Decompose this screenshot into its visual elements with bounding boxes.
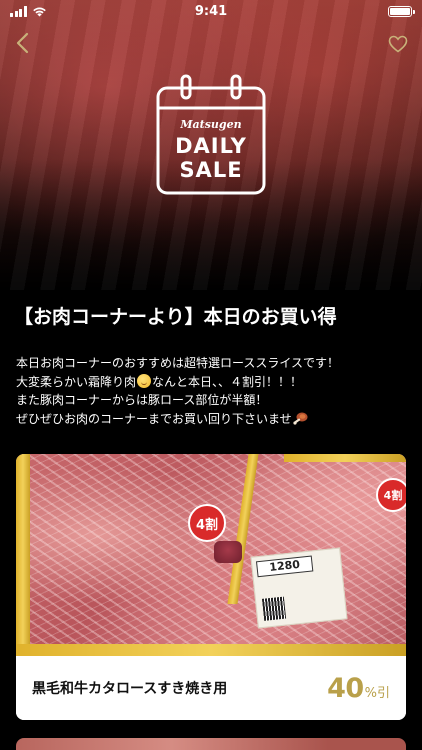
status-time: 9:41 bbox=[194, 3, 228, 19]
logo-brand: Matsugen bbox=[180, 118, 242, 131]
discount-value: 40 bbox=[327, 672, 364, 704]
next-product-card[interactable] bbox=[16, 738, 406, 750]
description-text: 大変柔らかい霜降り肉 bbox=[16, 374, 137, 389]
description-text: なんと本日、、４割引！！！ bbox=[152, 374, 303, 389]
favorite-button[interactable] bbox=[386, 32, 410, 56]
description: 本日お肉コーナーのおすすめは超特選ローススライスです！ 大変柔らかい霜降り肉 なん… bbox=[16, 354, 412, 428]
chevron-left-icon bbox=[16, 32, 29, 54]
description-line: また豚肉コーナーからは豚ロース部位が半額！ bbox=[16, 393, 268, 407]
description-line: 大変柔らかい霜降り肉 なんと本日、、４割引！！！ bbox=[16, 373, 412, 392]
wifi-icon bbox=[32, 7, 46, 16]
logo-line-sale: SALE bbox=[179, 158, 243, 182]
discount-unit: %引 bbox=[364, 685, 390, 701]
logo-line-daily: DAILY bbox=[175, 134, 247, 158]
discount-badge: 40%引 bbox=[327, 673, 390, 704]
barcode-icon bbox=[261, 596, 287, 621]
image-price-label: 1280 bbox=[250, 547, 348, 629]
page-title: 【お肉コーナーより】本日のお買い得 bbox=[14, 306, 337, 328]
back-button[interactable] bbox=[10, 30, 34, 56]
meat-on-bone-icon bbox=[293, 412, 308, 425]
image-price-value: 1280 bbox=[255, 555, 314, 578]
battery-icon bbox=[388, 5, 415, 17]
status-bar: 9:41 bbox=[0, 0, 422, 22]
image-discount-badge: 4割 bbox=[188, 504, 226, 542]
product-name: 黒毛和牛カタロースすき焼き用 bbox=[32, 681, 228, 697]
description-line: 本日お肉コーナーのおすすめは超特選ローススライスです！ bbox=[16, 356, 340, 370]
image-discount-badge: 4割 bbox=[376, 478, 406, 512]
heart-icon bbox=[388, 35, 408, 53]
smiling-face-icon bbox=[137, 373, 152, 388]
product-card-footer: 黒毛和牛カタロースすき焼き用 40%引 bbox=[16, 656, 406, 720]
cellular-signal-icon bbox=[10, 5, 27, 17]
daily-sale-logo: Matsugen DAILY SALE bbox=[155, 74, 267, 196]
screen: 9:41 Matsugen DAILY SALE 【お肉コーナーより】本日のお買… bbox=[0, 0, 422, 750]
product-image: 4割 4割 1280 bbox=[16, 454, 406, 656]
description-line: ぜひぜひお肉のコーナーまでお買い回り下さいませ bbox=[16, 410, 412, 429]
product-card[interactable]: 4割 4割 1280 黒毛和牛カタロースすき焼き用 40%引 bbox=[16, 454, 406, 720]
description-text: ぜひぜひお肉のコーナーまでお買い回り下さいませ bbox=[16, 411, 292, 426]
status-indicators bbox=[10, 5, 100, 17]
